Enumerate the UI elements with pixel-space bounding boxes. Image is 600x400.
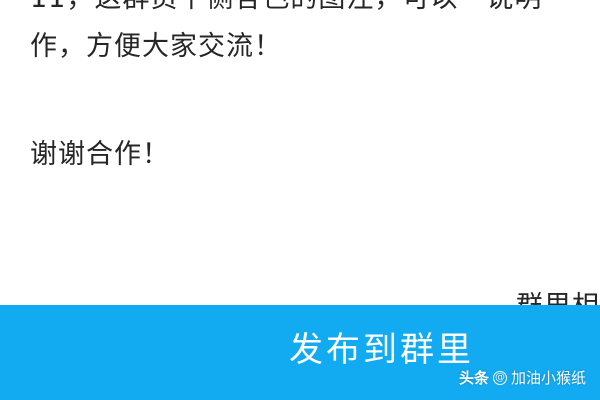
message-line-partial: 11，这群员下侧各色的图注，可以一说明 bbox=[30, 0, 542, 16]
watermark-brand: 头条 bbox=[458, 369, 489, 387]
screen: 11，这群员下侧各色的图注，可以一说明 作，方便大家交流！ 谢谢合作！ 群里相 … bbox=[0, 0, 600, 400]
watermark-account: 加油小猴纸 bbox=[510, 369, 586, 387]
publish-button-label: 发布到群里 bbox=[289, 330, 474, 370]
message-line: 作，方便大家交流！ bbox=[30, 31, 282, 62]
message-thanks: 谢谢合作！ bbox=[30, 139, 170, 170]
watermark: 头条 @ 加油小猴纸 bbox=[459, 369, 586, 387]
at-icon: @ bbox=[492, 371, 507, 385]
